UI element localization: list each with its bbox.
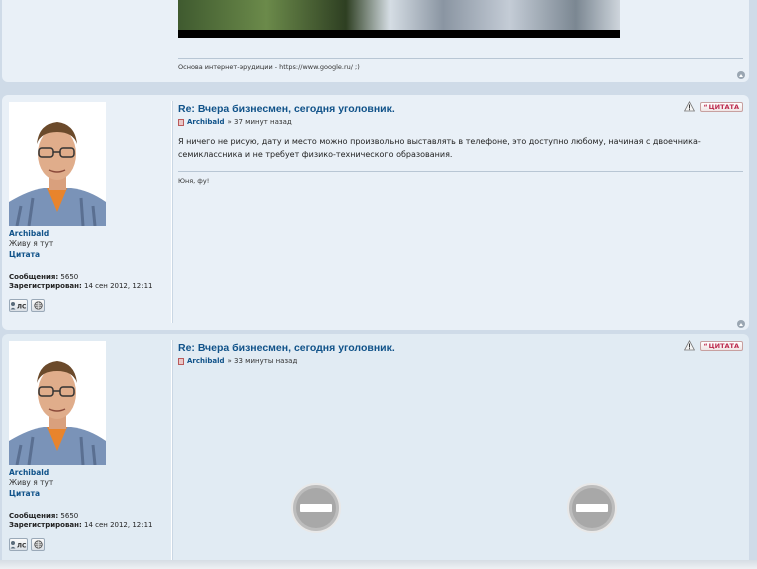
post-divider bbox=[171, 101, 172, 323]
registered-date: 14 сен 2012, 12:11 bbox=[83, 282, 153, 290]
posts-label: Сообщения: bbox=[9, 512, 59, 520]
post-actions: “ ЦИТАТА bbox=[684, 101, 743, 112]
no-entry-icon bbox=[291, 483, 341, 533]
profile-buttons: ЛС bbox=[9, 299, 159, 312]
post-file-icon[interactable] bbox=[178, 118, 184, 126]
embedded-photo bbox=[178, 0, 620, 30]
back-to-top-icon[interactable] bbox=[737, 320, 745, 328]
page-bottom-strip bbox=[0, 560, 757, 569]
quote-mark-icon: “ bbox=[703, 341, 708, 350]
registered-date: 14 сен 2012, 12:11 bbox=[83, 521, 153, 529]
registered-label: Зарегистрирован: bbox=[9, 521, 82, 529]
www-button[interactable] bbox=[31, 299, 45, 312]
post-time: » 33 минуты назад bbox=[227, 357, 298, 365]
post-author[interactable]: Archibald bbox=[187, 118, 225, 126]
quote-button[interactable]: “ ЦИТАТА bbox=[700, 101, 743, 112]
post-content: Я ничего не рисую, дату и место можно пр… bbox=[178, 137, 701, 159]
post-title[interactable]: Re: Вчера бизнесмен, сегодня уголовник. bbox=[178, 342, 743, 354]
post-profile: Archibald Живу я тут Цитата Сообщения: 5… bbox=[9, 102, 159, 312]
post: Archibald Живу я тут Цитата Сообщения: 5… bbox=[2, 95, 749, 330]
author-rank: Цитата bbox=[9, 489, 41, 498]
author-location: Живу я тут bbox=[9, 478, 54, 487]
posts-label: Сообщения: bbox=[9, 273, 59, 281]
post-title[interactable]: Re: Вчера бизнесмен, сегодня уголовник. bbox=[178, 103, 743, 115]
posts-count[interactable]: 5650 bbox=[60, 512, 78, 520]
post-previous: Основа интернет-эрудиции - https://www.g… bbox=[2, 0, 749, 82]
signature: Основа интернет-эрудиции - https://www.g… bbox=[178, 63, 360, 71]
author-rank: Цитата bbox=[9, 250, 41, 259]
author-stats: Сообщения: 5650 Зарегистрирован: 14 сен … bbox=[9, 273, 159, 290]
signature-rule bbox=[178, 171, 743, 172]
author-location: Живу я тут bbox=[9, 239, 54, 248]
signature: Юня, фу! bbox=[178, 177, 210, 185]
pm-button[interactable]: ЛС bbox=[9, 538, 28, 551]
embedded-photo-bar bbox=[178, 30, 620, 38]
registered-label: Зарегистрирован: bbox=[9, 282, 82, 290]
post-actions: “ ЦИТАТА bbox=[684, 340, 743, 351]
pm-icon: ЛС bbox=[10, 302, 27, 311]
no-entry-icon bbox=[567, 483, 617, 533]
post: Archibald Живу я тут Цитата Сообщения: 5… bbox=[2, 334, 749, 569]
post-meta: Archibald » 33 минуты назад bbox=[178, 357, 743, 365]
signature-rule bbox=[178, 58, 743, 59]
profile-buttons: ЛС bbox=[9, 538, 159, 551]
www-button[interactable] bbox=[31, 538, 45, 551]
post-profile: Archibald Живу я тут Цитата Сообщения: 5… bbox=[9, 341, 159, 551]
quote-label: ЦИТАТА bbox=[708, 341, 739, 350]
author-name[interactable]: Archibald bbox=[9, 229, 159, 238]
globe-icon bbox=[33, 540, 43, 549]
back-to-top-icon[interactable] bbox=[737, 71, 745, 79]
pm-button[interactable]: ЛС bbox=[9, 299, 28, 312]
author-name[interactable]: Archibald bbox=[9, 468, 159, 477]
post-file-icon[interactable] bbox=[178, 357, 184, 365]
quote-label: ЦИТАТА bbox=[708, 102, 739, 111]
post-body: Re: Вчера бизнесмен, сегодня уголовник. … bbox=[178, 103, 743, 185]
posts-count[interactable]: 5650 bbox=[60, 273, 78, 281]
warning-triangle-icon[interactable] bbox=[684, 101, 696, 112]
warning-triangle-icon[interactable] bbox=[684, 340, 696, 351]
quote-mark-icon: “ bbox=[703, 102, 708, 111]
post-meta: Archibald » 37 минут назад bbox=[178, 118, 743, 126]
author-stats: Сообщения: 5650 Зарегистрирован: 14 сен … bbox=[9, 512, 159, 529]
post-divider bbox=[171, 340, 172, 566]
svg-text:ЛС: ЛС bbox=[17, 543, 27, 550]
globe-icon bbox=[33, 301, 43, 310]
post-body: Re: Вчера бизнесмен, сегодня уголовник. … bbox=[178, 342, 743, 365]
avatar[interactable] bbox=[9, 341, 106, 465]
pm-icon: ЛС bbox=[10, 541, 27, 550]
post-author[interactable]: Archibald bbox=[187, 357, 225, 365]
svg-text:ЛС: ЛС bbox=[17, 304, 27, 311]
quote-button[interactable]: “ ЦИТАТА bbox=[700, 340, 743, 351]
avatar[interactable] bbox=[9, 102, 106, 226]
post-time: » 37 минут назад bbox=[227, 118, 292, 126]
